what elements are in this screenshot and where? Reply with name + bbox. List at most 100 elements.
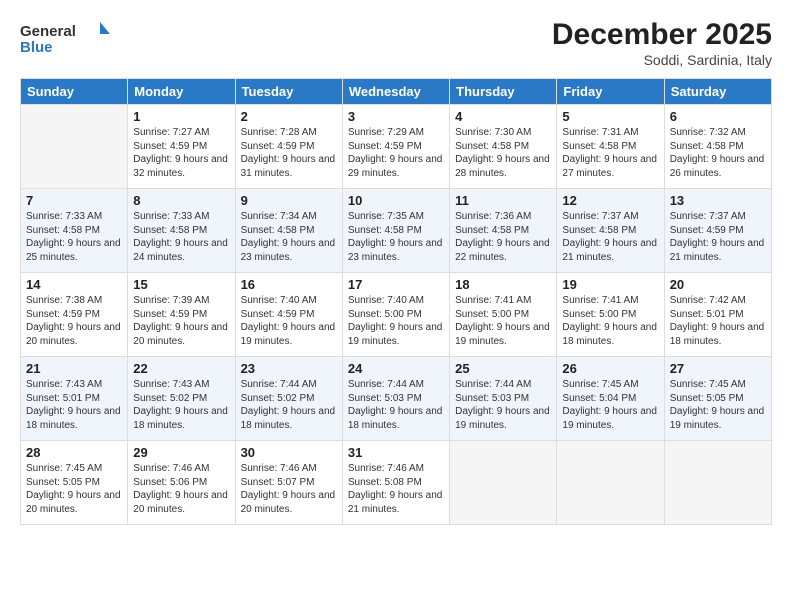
calendar-week-row: 28Sunrise: 7:45 AMSunset: 5:05 PMDayligh…: [21, 441, 772, 525]
day-number: 4: [455, 109, 551, 124]
calendar-cell: 31Sunrise: 7:46 AMSunset: 5:08 PMDayligh…: [342, 441, 449, 525]
cell-info: Sunrise: 7:44 AMSunset: 5:02 PMDaylight:…: [241, 378, 337, 432]
calendar-header-tuesday: Tuesday: [235, 79, 342, 105]
day-number: 29: [133, 445, 229, 460]
cell-info: Sunrise: 7:38 AMSunset: 4:59 PMDaylight:…: [26, 294, 122, 348]
day-number: 8: [133, 193, 229, 208]
svg-text:General: General: [20, 23, 76, 40]
logo-svg: General Blue: [20, 18, 115, 60]
day-number: 31: [348, 445, 444, 460]
calendar-cell: 21Sunrise: 7:43 AMSunset: 5:01 PMDayligh…: [21, 357, 128, 441]
calendar-cell: 5 Sunrise: 7:31 AMSunset: 4:58 PMDaylight…: [557, 105, 664, 189]
calendar-cell: 8 Sunrise: 7:33 AMSunset: 4:58 PMDaylight…: [128, 189, 235, 273]
calendar-header-saturday: Saturday: [664, 79, 771, 105]
calendar-cell: 18 Sunrise: 7:41 AMSunset: 5:00 PMDayligh…: [450, 273, 557, 357]
title-block: December 2025 Soddi, Sardinia, Italy: [552, 18, 772, 68]
location: Soddi, Sardinia, Italy: [552, 52, 772, 68]
day-number: 20: [670, 277, 766, 292]
calendar-week-row: 7 Sunrise: 7:33 AMSunset: 4:58 PMDaylight…: [21, 189, 772, 273]
calendar-cell: 9 Sunrise: 7:34 AMSunset: 4:58 PMDaylight…: [235, 189, 342, 273]
calendar-cell: 27 Sunrise: 7:45 AMSunset: 5:05 PMDayligh…: [664, 357, 771, 441]
cell-info: Sunrise: 7:43 AMSunset: 5:02 PMDaylight:…: [133, 378, 229, 432]
calendar-header-wednesday: Wednesday: [342, 79, 449, 105]
day-number: 11: [455, 193, 551, 208]
calendar-header-row: SundayMondayTuesdayWednesdayThursdayFrid…: [21, 79, 772, 105]
cell-info: Sunrise: 7:39 AMSunset: 4:59 PMDaylight:…: [133, 294, 229, 348]
calendar-cell: 13Sunrise: 7:37 AMSunset: 4:59 PMDayligh…: [664, 189, 771, 273]
calendar-cell: 23 Sunrise: 7:44 AMSunset: 5:02 PMDayligh…: [235, 357, 342, 441]
calendar-header-sunday: Sunday: [21, 79, 128, 105]
calendar-cell: 22 Sunrise: 7:43 AMSunset: 5:02 PMDayligh…: [128, 357, 235, 441]
calendar-cell: [664, 441, 771, 525]
cell-info: Sunrise: 7:45 AMSunset: 5:05 PMDaylight:…: [670, 378, 766, 432]
svg-text:Blue: Blue: [20, 39, 53, 56]
cell-info: Sunrise: 7:31 AMSunset: 4:58 PMDaylight:…: [562, 126, 658, 180]
cell-info: Sunrise: 7:42 AMSunset: 5:01 PMDaylight:…: [670, 294, 766, 348]
calendar-cell: 16Sunrise: 7:40 AMSunset: 4:59 PMDayligh…: [235, 273, 342, 357]
calendar-week-row: 21Sunrise: 7:43 AMSunset: 5:01 PMDayligh…: [21, 357, 772, 441]
header: General Blue December 2025 Soddi, Sardin…: [20, 18, 772, 68]
day-number: 6: [670, 109, 766, 124]
day-number: 18: [455, 277, 551, 292]
calendar-cell: [450, 441, 557, 525]
day-number: 17: [348, 277, 444, 292]
calendar-cell: 7 Sunrise: 7:33 AMSunset: 4:58 PMDaylight…: [21, 189, 128, 273]
calendar-cell: 3 Sunrise: 7:29 AMSunset: 4:59 PMDaylight…: [342, 105, 449, 189]
day-number: 3: [348, 109, 444, 124]
day-number: 30: [241, 445, 337, 460]
cell-info: Sunrise: 7:46 AMSunset: 5:07 PMDaylight:…: [241, 462, 337, 516]
cell-info: Sunrise: 7:40 AMSunset: 5:00 PMDaylight:…: [348, 294, 444, 348]
calendar-header-monday: Monday: [128, 79, 235, 105]
cell-info: Sunrise: 7:34 AMSunset: 4:58 PMDaylight:…: [241, 210, 337, 264]
calendar: SundayMondayTuesdayWednesdayThursdayFrid…: [20, 78, 772, 525]
calendar-cell: 19 Sunrise: 7:41 AMSunset: 5:00 PMDayligh…: [557, 273, 664, 357]
day-number: 19: [562, 277, 658, 292]
day-number: 1: [133, 109, 229, 124]
calendar-week-row: 1 Sunrise: 7:27 AMSunset: 4:59 PMDaylight…: [21, 105, 772, 189]
cell-info: Sunrise: 7:44 AMSunset: 5:03 PMDaylight:…: [455, 378, 551, 432]
calendar-cell: 24 Sunrise: 7:44 AMSunset: 5:03 PMDayligh…: [342, 357, 449, 441]
day-number: 9: [241, 193, 337, 208]
calendar-cell: 29 Sunrise: 7:46 AMSunset: 5:06 PMDayligh…: [128, 441, 235, 525]
calendar-cell: 12Sunrise: 7:37 AMSunset: 4:58 PMDayligh…: [557, 189, 664, 273]
day-number: 10: [348, 193, 444, 208]
cell-info: Sunrise: 7:43 AMSunset: 5:01 PMDaylight:…: [26, 378, 122, 432]
cell-info: Sunrise: 7:41 AMSunset: 5:00 PMDaylight:…: [455, 294, 551, 348]
logo-text: General Blue: [20, 18, 115, 65]
cell-info: Sunrise: 7:33 AMSunset: 4:58 PMDaylight:…: [133, 210, 229, 264]
cell-info: Sunrise: 7:32 AMSunset: 4:58 PMDaylight:…: [670, 126, 766, 180]
calendar-header-thursday: Thursday: [450, 79, 557, 105]
calendar-cell: 17 Sunrise: 7:40 AMSunset: 5:00 PMDayligh…: [342, 273, 449, 357]
day-number: 7: [26, 193, 122, 208]
calendar-cell: 25Sunrise: 7:44 AMSunset: 5:03 PMDayligh…: [450, 357, 557, 441]
page: General Blue December 2025 Soddi, Sardin…: [0, 0, 792, 612]
cell-info: Sunrise: 7:29 AMSunset: 4:59 PMDaylight:…: [348, 126, 444, 180]
calendar-week-row: 14Sunrise: 7:38 AMSunset: 4:59 PMDayligh…: [21, 273, 772, 357]
cell-info: Sunrise: 7:27 AMSunset: 4:59 PMDaylight:…: [133, 126, 229, 180]
calendar-cell: 15 Sunrise: 7:39 AMSunset: 4:59 PMDayligh…: [128, 273, 235, 357]
calendar-cell: 4 Sunrise: 7:30 AMSunset: 4:58 PMDaylight…: [450, 105, 557, 189]
calendar-cell: 30 Sunrise: 7:46 AMSunset: 5:07 PMDayligh…: [235, 441, 342, 525]
cell-info: Sunrise: 7:33 AMSunset: 4:58 PMDaylight:…: [26, 210, 122, 264]
day-number: 16: [241, 277, 337, 292]
day-number: 2: [241, 109, 337, 124]
calendar-cell: 26Sunrise: 7:45 AMSunset: 5:04 PMDayligh…: [557, 357, 664, 441]
day-number: 5: [562, 109, 658, 124]
cell-info: Sunrise: 7:30 AMSunset: 4:58 PMDaylight:…: [455, 126, 551, 180]
day-number: 15: [133, 277, 229, 292]
day-number: 27: [670, 361, 766, 376]
cell-info: Sunrise: 7:46 AMSunset: 5:06 PMDaylight:…: [133, 462, 229, 516]
day-number: 26: [562, 361, 658, 376]
cell-info: Sunrise: 7:44 AMSunset: 5:03 PMDaylight:…: [348, 378, 444, 432]
calendar-cell: 6 Sunrise: 7:32 AMSunset: 4:58 PMDaylight…: [664, 105, 771, 189]
cell-info: Sunrise: 7:36 AMSunset: 4:58 PMDaylight:…: [455, 210, 551, 264]
day-number: 22: [133, 361, 229, 376]
cell-info: Sunrise: 7:41 AMSunset: 5:00 PMDaylight:…: [562, 294, 658, 348]
day-number: 28: [26, 445, 122, 460]
day-number: 12: [562, 193, 658, 208]
day-number: 24: [348, 361, 444, 376]
day-number: 23: [241, 361, 337, 376]
calendar-cell: 20 Sunrise: 7:42 AMSunset: 5:01 PMDayligh…: [664, 273, 771, 357]
cell-info: Sunrise: 7:37 AMSunset: 4:59 PMDaylight:…: [670, 210, 766, 264]
calendar-cell: 2Sunrise: 7:28 AMSunset: 4:59 PMDaylight…: [235, 105, 342, 189]
